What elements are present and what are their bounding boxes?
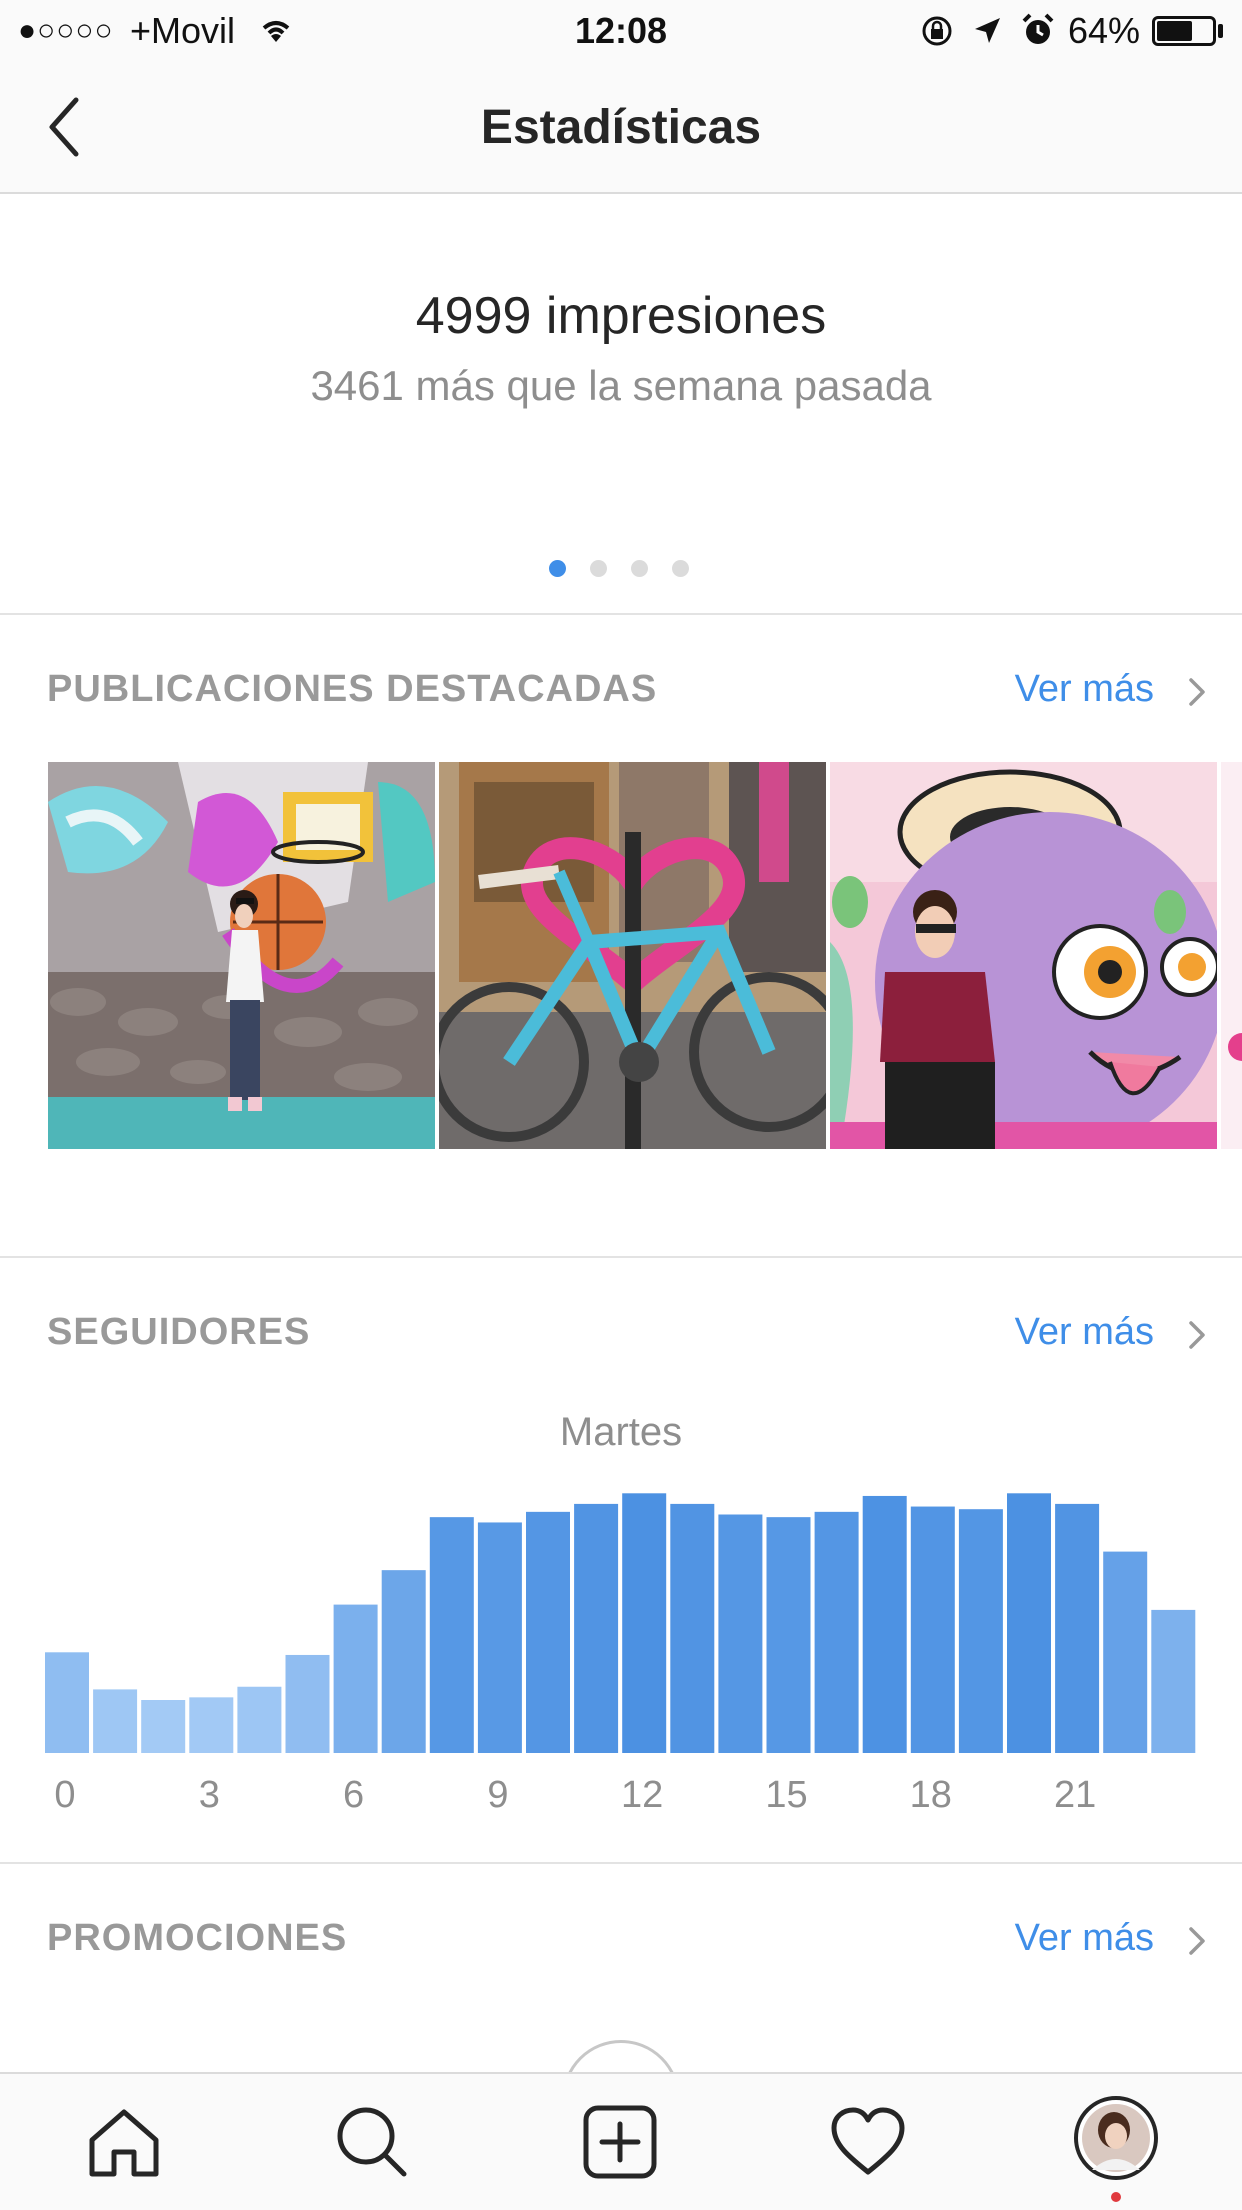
top-posts-title: PUBLICACIONES DESTACADAS — [47, 668, 658, 710]
post-thumbnail-1[interactable] — [48, 762, 435, 1149]
page-dot[interactable] — [631, 560, 648, 577]
location-arrow-icon — [975, 18, 1000, 43]
post-partial-image — [1228, 1033, 1242, 1061]
notification-dot — [1111, 2192, 1121, 2202]
post-thumbnail-4-peek[interactable] — [1221, 762, 1242, 1149]
page-dot[interactable] — [590, 560, 607, 577]
chart-tick-label: 6 — [343, 1774, 364, 1816]
chart-bar-hour-19[interactable] — [958, 1509, 1003, 1753]
section-divider — [0, 1256, 1242, 1258]
chart-bar-hour-13[interactable] — [670, 1503, 715, 1753]
activity-heart-icon — [831, 2107, 905, 2175]
followers-by-hour-chart: 0 3 6 9 12 15 18 21 — [45, 1493, 1196, 1816]
tab-home[interactable] — [84, 2102, 164, 2182]
chart-tick-label: 0 — [54, 1774, 75, 1816]
chevron-right-icon[interactable] — [1182, 1315, 1212, 1355]
chart-bar-hour-2[interactable] — [141, 1700, 186, 1753]
chart-day-label: Martes — [559, 1410, 683, 1454]
alarm-icon — [1022, 13, 1054, 44]
chart-bar-hour-14[interactable] — [718, 1514, 763, 1754]
profile-avatar — [1074, 2096, 1158, 2180]
impressions-delta: 3461 más que la semana pasada — [310, 362, 932, 409]
tab-search[interactable] — [332, 2102, 412, 2182]
top-posts-see-more-button[interactable]: Ver más — [1015, 668, 1154, 711]
tab-bar — [0, 2072, 1242, 2210]
chart-bar-hour-20[interactable] — [1007, 1493, 1051, 1753]
status-bar: ●○○○○ +Movil 12:08 64% — [0, 0, 1242, 62]
nav-bar: Estadísticas — [0, 62, 1242, 194]
section-divider — [0, 613, 1242, 615]
chart-bar-hour-1[interactable] — [93, 1689, 138, 1753]
chart-tick-label: 15 — [765, 1774, 807, 1816]
followers-see-more-button[interactable]: Ver más — [1015, 1311, 1154, 1354]
section-divider — [0, 1862, 1242, 1864]
chart-bar-hour-5[interactable] — [285, 1654, 330, 1753]
chart-bar-hour-6[interactable] — [333, 1604, 378, 1753]
chart-bar-hour-12[interactable] — [622, 1493, 667, 1753]
battery-tip — [1218, 24, 1223, 38]
add-post-icon — [583, 2105, 657, 2179]
chart-bar-hour-18[interactable] — [910, 1506, 955, 1753]
chart-tick-label: 18 — [910, 1774, 952, 1816]
battery-level — [1157, 21, 1192, 41]
chart-bar-hour-21[interactable] — [1055, 1503, 1100, 1753]
chevron-right-icon[interactable] — [1182, 1921, 1212, 1961]
post-bicycle-heart-image — [439, 762, 826, 1149]
chart-tick-label: 3 — [199, 1774, 220, 1816]
chart-bar-hour-8[interactable] — [429, 1517, 474, 1753]
page-dot[interactable] — [672, 560, 689, 577]
chart-bar-hour-9[interactable] — [477, 1522, 522, 1753]
post-graffiti-basketball-image — [48, 762, 435, 1149]
battery-percent: 64% — [1068, 10, 1141, 51]
chart-bar-hour-17[interactable] — [862, 1495, 907, 1753]
tab-activity[interactable] — [828, 2102, 908, 2182]
chart-bar-hour-0[interactable] — [45, 1652, 89, 1753]
promotions-title: PROMOCIONES — [47, 1917, 348, 1959]
chart-bar-hour-15[interactable] — [766, 1517, 811, 1753]
chart-bar-hour-11[interactable] — [574, 1503, 619, 1753]
impressions-count: 4999 impresiones — [415, 287, 827, 345]
chart-bar-hour-3[interactable] — [189, 1697, 234, 1753]
chart-bar-hour-16[interactable] — [814, 1511, 859, 1753]
chart-bar-hour-7[interactable] — [381, 1570, 426, 1753]
chart-bar-hour-23[interactable] — [1151, 1609, 1196, 1753]
battery-icon — [1152, 16, 1216, 46]
followers-title: SEGUIDORES — [47, 1311, 311, 1353]
tab-profile[interactable] — [1074, 2096, 1158, 2202]
chart-bar-hour-10[interactable] — [526, 1511, 570, 1753]
chevron-right-icon[interactable] — [1182, 672, 1212, 712]
home-icon — [89, 2109, 159, 2177]
chart-bar-hour-4[interactable] — [237, 1686, 282, 1753]
chart-tick-label: 12 — [621, 1774, 663, 1816]
post-thumbnail-3[interactable] — [830, 762, 1217, 1149]
post-thumbnail-2[interactable] — [439, 762, 826, 1149]
post-purple-monster-mural-image — [830, 762, 1217, 1149]
chart-tick-label: 21 — [1054, 1774, 1096, 1816]
page-dot-active[interactable] — [549, 560, 566, 577]
promotions-see-more-button[interactable]: Ver más — [1015, 1917, 1154, 1960]
page-title: Estadísticas — [480, 101, 762, 154]
chart-bar-hour-22[interactable] — [1103, 1551, 1148, 1753]
tab-new-post[interactable] — [580, 2102, 660, 2182]
search-icon — [337, 2107, 407, 2177]
rotation-lock-icon — [922, 16, 952, 46]
chart-tick-label: 9 — [487, 1774, 508, 1816]
